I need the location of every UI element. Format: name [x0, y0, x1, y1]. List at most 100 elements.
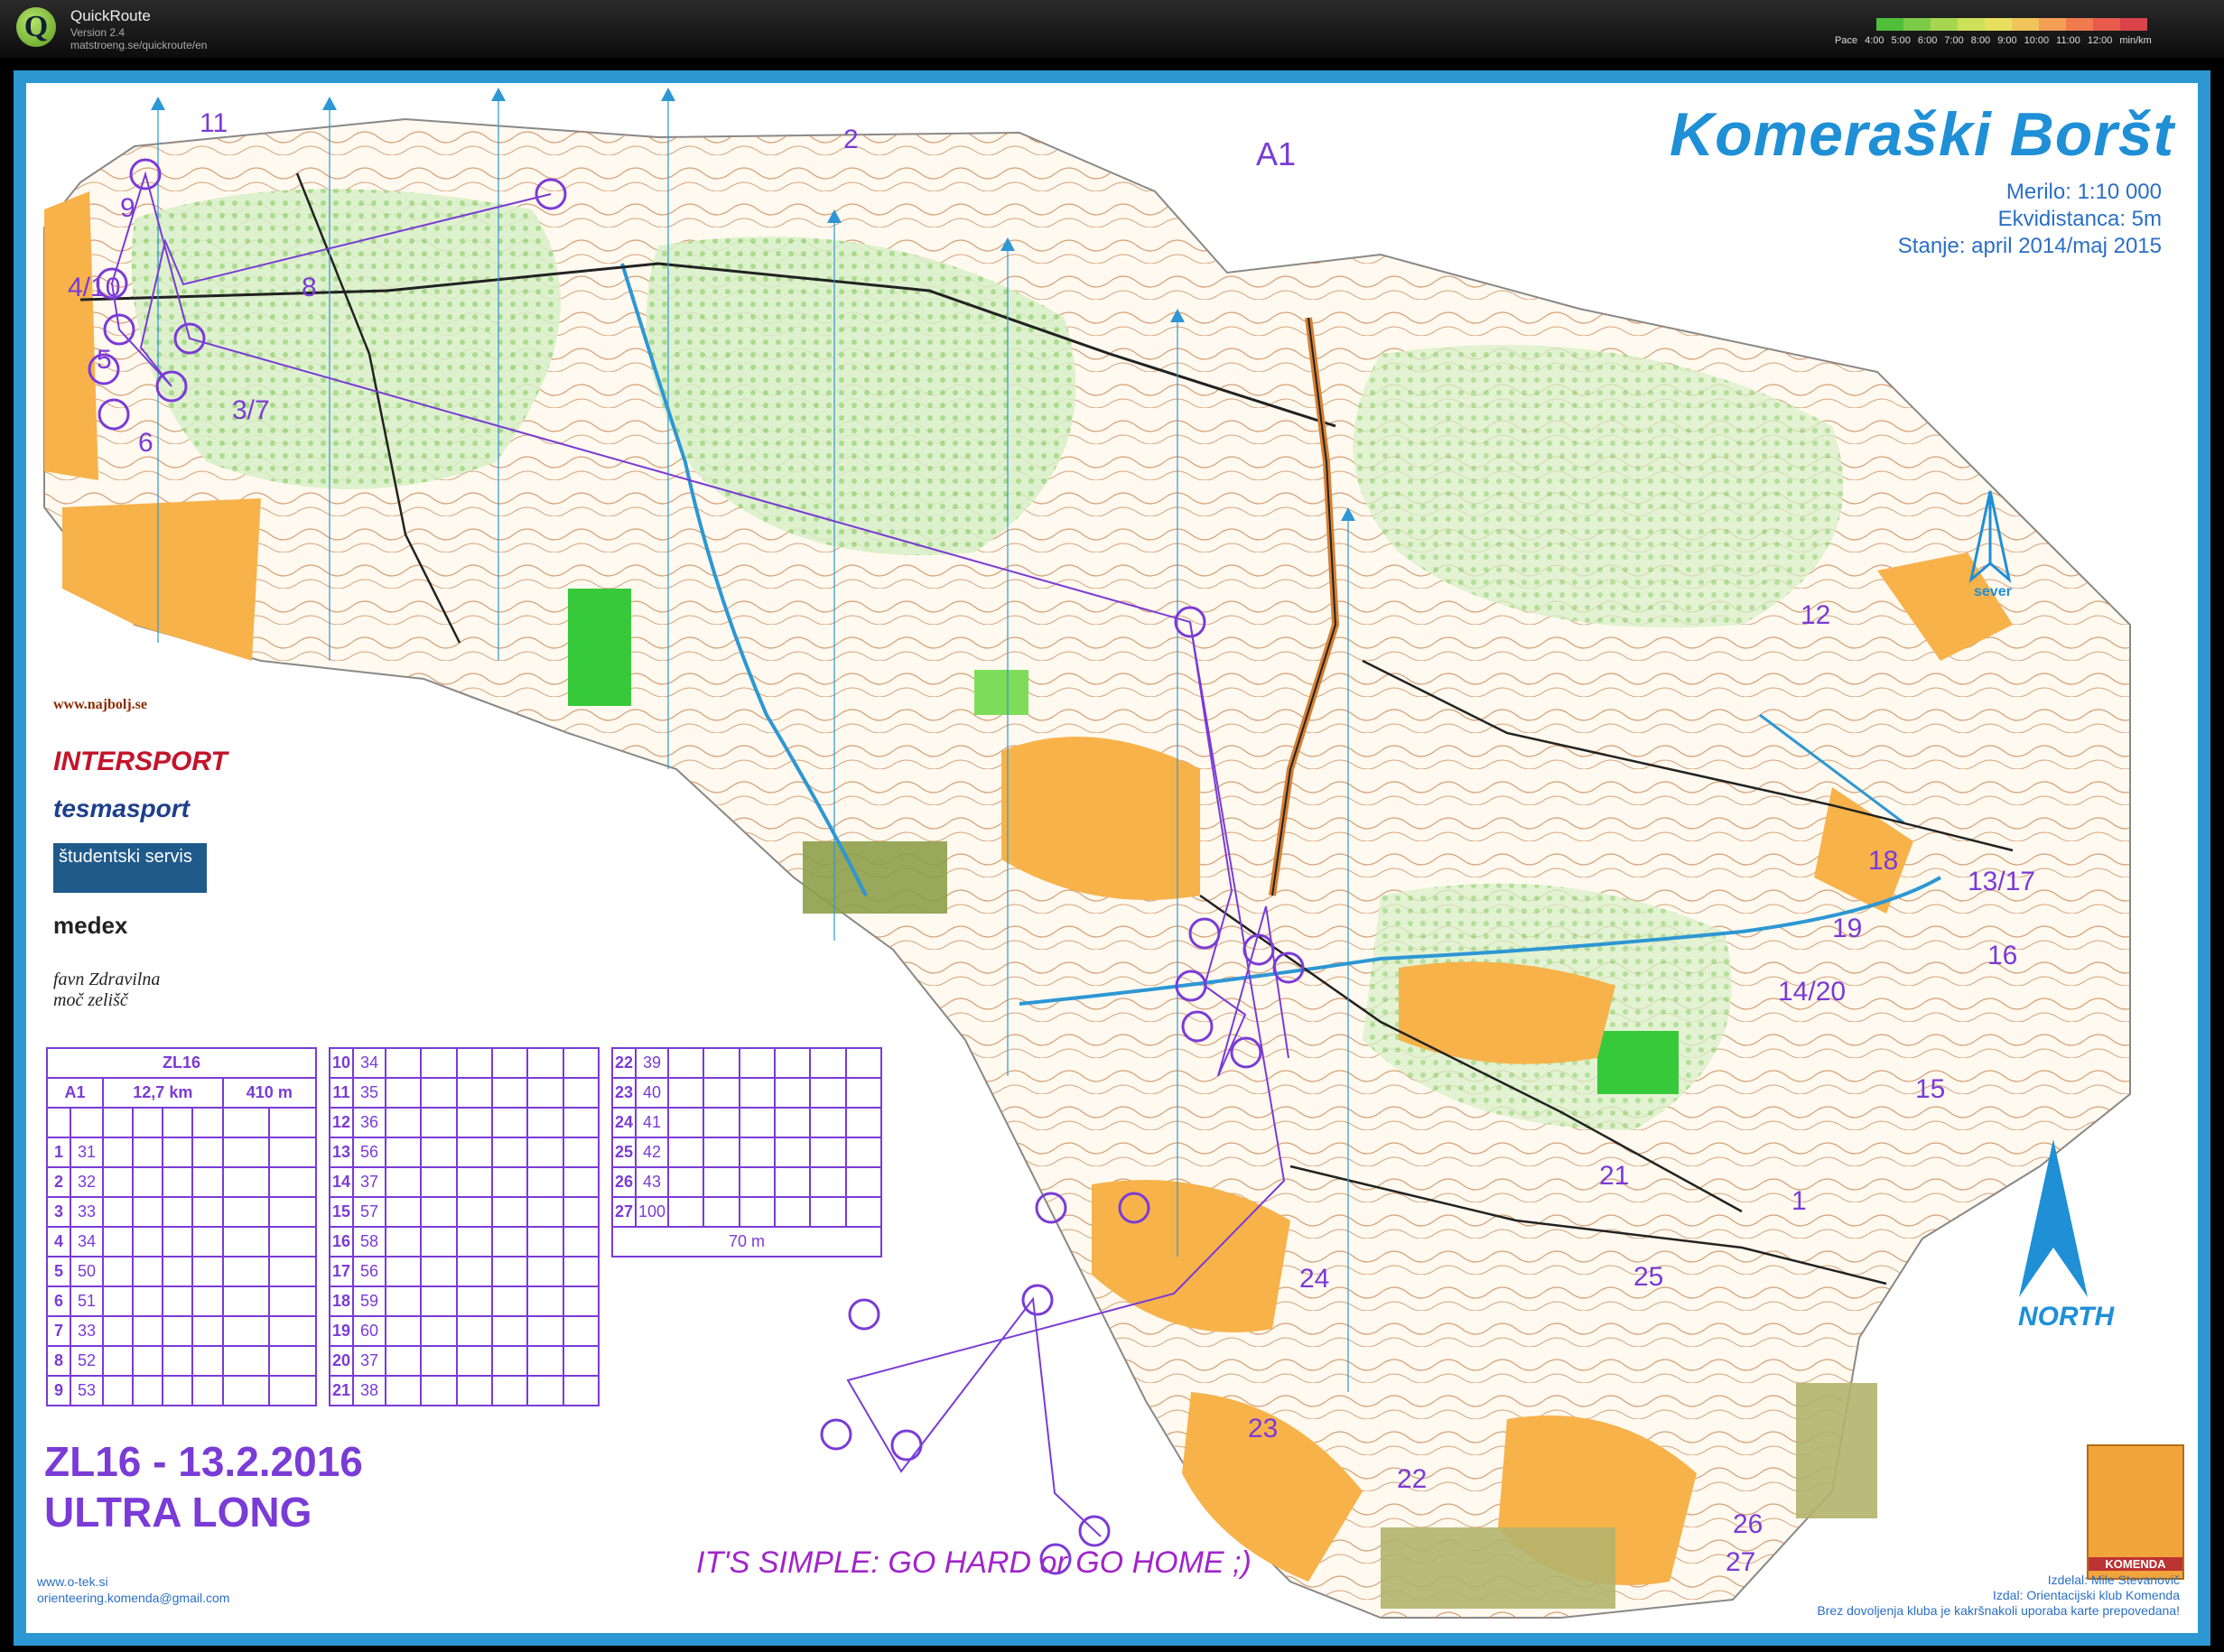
- description-cell: [420, 1077, 458, 1109]
- description-cell: [221, 1226, 271, 1258]
- pace-tick-label: 11:00: [2056, 35, 2080, 46]
- description-cell: [526, 1107, 564, 1138]
- description-cell: [46, 1107, 71, 1138]
- description-cell: 56: [352, 1256, 386, 1287]
- description-cell: 16: [329, 1226, 354, 1258]
- map-scale: Merilo: 1:10 000: [2005, 180, 2162, 204]
- control-number-label: 22: [1397, 1464, 1428, 1494]
- description-cell: [703, 1137, 740, 1168]
- description-cell: 25: [611, 1137, 637, 1168]
- description-cell: [490, 1107, 529, 1138]
- description-cell: [162, 1107, 194, 1138]
- description-cell: 36: [352, 1107, 386, 1138]
- description-cell: 43: [635, 1166, 669, 1198]
- description-row: 21 38: [329, 1375, 600, 1406]
- description-cell: [844, 1166, 883, 1198]
- description-cell: [455, 1077, 493, 1109]
- description-cell: [420, 1107, 458, 1138]
- pace-color-segment: [2120, 18, 2147, 31]
- pace-tick-label: 8:00: [1970, 35, 1991, 46]
- description-cell: [455, 1166, 493, 1198]
- description-cell: [132, 1107, 164, 1138]
- description-cell: [101, 1137, 135, 1168]
- description-row: 19 60: [329, 1315, 600, 1347]
- description-row: 25 42: [611, 1137, 883, 1168]
- description-cell: 31: [70, 1137, 104, 1168]
- description-cell: [809, 1107, 847, 1138]
- description-cell: [268, 1226, 317, 1258]
- description-row: 22 39: [611, 1047, 883, 1079]
- description-cell: [455, 1285, 493, 1317]
- description-cell: 37: [352, 1345, 386, 1377]
- description-cell: [562, 1226, 600, 1258]
- pace-tick-label: min/km: [2119, 35, 2152, 46]
- pace-color-scale: [1876, 18, 2147, 31]
- description-cell: [384, 1256, 423, 1287]
- orienteering-map[interactable]: Komeraški Boršt Merilo: 1:10 000 Ekvidis…: [26, 83, 2198, 1633]
- email-link[interactable]: orienteering.komenda@gmail.com: [37, 1591, 229, 1605]
- sponsor-medex[interactable]: medex: [53, 912, 127, 940]
- description-cell: [844, 1137, 883, 1168]
- description-cell: 33: [70, 1196, 104, 1228]
- description-cell: [703, 1166, 740, 1198]
- description-cell: [221, 1137, 271, 1168]
- description-cell: [420, 1256, 458, 1287]
- club-logo-text: KOMENDA: [2089, 1557, 2182, 1571]
- description-row: A1 12,7 km 410 m: [46, 1077, 318, 1109]
- description-cell: 19: [329, 1315, 354, 1347]
- description-row: 14 37: [329, 1166, 600, 1198]
- sponsor-tesmasport[interactable]: tesmasport: [53, 794, 190, 823]
- description-cell: [526, 1285, 564, 1317]
- description-cell: 56: [352, 1137, 386, 1168]
- description-cell: [844, 1047, 883, 1079]
- control-number-label: 12: [1801, 600, 1831, 630]
- description-cell: A1: [46, 1077, 104, 1109]
- website-link[interactable]: www.o-tek.si: [37, 1574, 108, 1589]
- description-cell: [490, 1166, 529, 1198]
- description-cell: 10: [329, 1047, 354, 1079]
- description-row: 70 m: [611, 1226, 882, 1258]
- description-cell: [455, 1345, 493, 1377]
- description-cell: [526, 1256, 564, 1287]
- description-cell: [162, 1315, 194, 1347]
- sponsor-intersport[interactable]: INTERSPORT: [53, 747, 228, 777]
- description-cell: [455, 1256, 493, 1287]
- credit-drawn: Izdelal: Mile Stevanovič: [2047, 1573, 2180, 1587]
- control-number-label: 14/20: [1778, 977, 1847, 1007]
- pace-color-segment: [2066, 18, 2093, 31]
- description-cell: [526, 1077, 564, 1109]
- description-cell: 58: [352, 1226, 386, 1258]
- description-cell: [526, 1047, 564, 1079]
- description-cell: [268, 1285, 317, 1317]
- description-cell: [162, 1375, 194, 1406]
- description-cell: [268, 1315, 317, 1347]
- description-cell: 33: [70, 1315, 104, 1347]
- description-cell: 12: [329, 1107, 354, 1138]
- description-cell: [191, 1137, 224, 1168]
- description-cell: 40: [635, 1077, 669, 1109]
- description-cell: [703, 1047, 740, 1079]
- sponsor-najbolj[interactable]: www.najbolj.se: [53, 697, 147, 713]
- pace-color-segment: [1903, 18, 1931, 31]
- control-number-label: 23: [1248, 1414, 1279, 1443]
- control-number-label: 18: [1868, 846, 1899, 876]
- control-number-label: 5: [97, 345, 112, 375]
- description-cell: [490, 1226, 529, 1258]
- description-cell: 410 m: [221, 1077, 318, 1109]
- description-cell: 24: [611, 1107, 637, 1138]
- app-url[interactable]: matstroeng.se/quickroute/en: [70, 39, 207, 51]
- description-cell: [132, 1315, 164, 1347]
- sponsor-studentski-servis[interactable]: študentski servis: [53, 843, 207, 893]
- description-cell: [666, 1137, 705, 1168]
- description-cell: [562, 1285, 600, 1317]
- description-cell: [191, 1375, 224, 1406]
- description-cell: [562, 1107, 600, 1138]
- pace-tick-label: 6:00: [1917, 35, 1938, 46]
- description-cell: [384, 1166, 423, 1198]
- pace-color-segment: [1876, 18, 1903, 31]
- description-cell: 59: [352, 1285, 386, 1317]
- description-cell: [526, 1196, 564, 1228]
- pace-tick-label: 7:00: [1944, 35, 1964, 46]
- description-cell: [101, 1107, 135, 1138]
- sponsor-favn[interactable]: favn Zdravilna moč zelišč: [53, 970, 162, 1011]
